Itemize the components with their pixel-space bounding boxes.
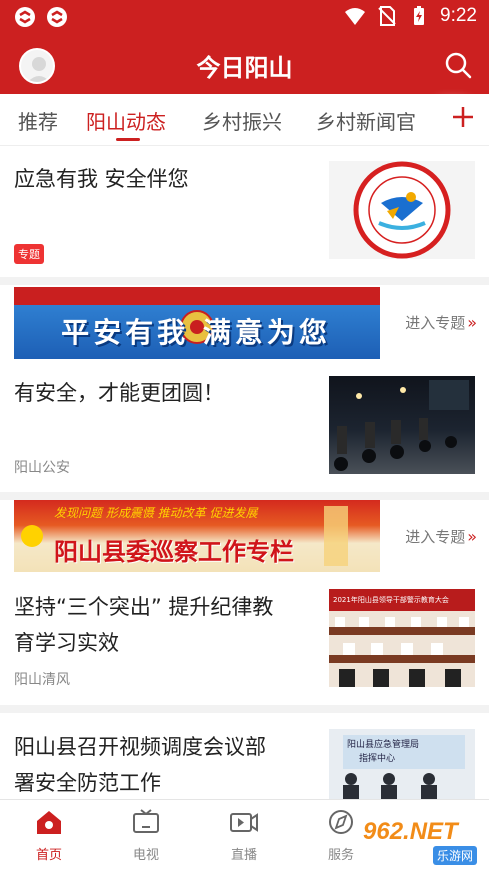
section-divider <box>0 492 489 500</box>
status-bar: 9:22 <box>0 0 489 36</box>
meeting-room-photo <box>329 617 475 687</box>
watermark-sub: 乐游网 <box>432 846 477 865</box>
nav-live[interactable]: 直播 <box>209 808 279 863</box>
article-title-line-1: 坚持“三个突出” 提升纪律教 <box>14 595 274 619</box>
article-title-line-2: 育学习实效 <box>14 631 119 655</box>
app-header: 今日阳山 <box>0 36 489 94</box>
banner-slogan: 发现问题 形成震慑 推动改革 促进发展 <box>54 506 258 520</box>
site-watermark: 962.NET 乐游网 <box>363 818 483 865</box>
channel-tabs: 推荐 阳山动态 乡村振兴 乡村新闻官 <box>0 94 489 146</box>
watermark-brand: 962.NET <box>363 818 458 845</box>
nav-label: 首页 <box>35 848 62 863</box>
section-divider <box>0 705 489 713</box>
enter-topic-label: 进入专题 <box>405 314 466 332</box>
section-divider <box>0 277 489 285</box>
tab-rural-revitalization[interactable]: 乡村振兴 <box>202 106 282 135</box>
banner-text: 阳山县委巡察工作专栏 <box>54 538 294 566</box>
tab-recommend[interactable]: 推荐 <box>18 106 58 135</box>
tv-icon <box>133 809 159 833</box>
tab-rural-news-officer[interactable]: 乡村新闻官 <box>316 106 416 135</box>
article-thumbnail <box>329 376 475 474</box>
enter-topic-label: 进入专题 <box>405 528 466 546</box>
article-thumbnail: 2021年阳山县领导干部警示教育大会 <box>329 589 475 687</box>
enter-topic-link[interactable]: 进入专题» <box>405 526 477 547</box>
wifi-icon <box>345 8 366 25</box>
enter-topic-link[interactable]: 进入专题» <box>405 312 477 333</box>
banner-text: 平安有我 满意为您 <box>61 316 331 349</box>
app-notification-icon <box>47 7 67 27</box>
topic-banner-inspection[interactable]: 发现问题 形成震慑 推动改革 促进发展 阳山县委巡察工作专栏 <box>14 500 380 572</box>
search-icon[interactable] <box>443 50 473 80</box>
sign-text-1: 阳山县应急管理局 <box>347 740 420 750</box>
app-title: 今日阳山 <box>196 54 293 82</box>
battery-icon <box>414 6 425 25</box>
plus-icon <box>453 107 473 127</box>
article-title: 有安全，才能更团圆！ <box>14 381 224 405</box>
clock: 9:22 <box>440 5 477 26</box>
article-source: 阳山清风 <box>14 672 70 688</box>
emergency-management-logo <box>353 161 451 259</box>
article-title: 应急有我 安全伴您 <box>14 167 189 191</box>
people-photo <box>343 773 437 799</box>
compass-icon <box>329 810 353 834</box>
no-sim-icon <box>378 6 396 26</box>
double-chevron-icon: » <box>467 313 477 332</box>
article-title-line-1: 阳山县召开视频调度会议部 <box>14 735 266 759</box>
double-chevron-icon: » <box>467 527 477 546</box>
nav-label: 电视 <box>132 848 159 863</box>
article-title-line-2: 署安全防范工作 <box>14 771 161 795</box>
add-channel-button[interactable] <box>449 102 477 132</box>
meeting-caption: 2021年阳山县领导干部警示教育大会 <box>333 596 449 604</box>
article-source: 阳山公安 <box>14 460 70 476</box>
nav-label: 直播 <box>230 848 257 863</box>
live-icon <box>230 813 258 832</box>
nav-tv[interactable]: 电视 <box>111 808 181 863</box>
tab-yangshan-news[interactable]: 阳山动态 <box>86 106 166 135</box>
sign-text-2: 指挥中心 <box>359 754 396 764</box>
app-notification-icon <box>15 7 35 27</box>
emergency-logo-thumbnail <box>329 161 475 259</box>
nav-home[interactable]: 首页 <box>14 808 84 863</box>
night-street-photo <box>334 380 469 471</box>
article-thumbnail: 阳山县应急管理局 指挥中心 <box>329 729 475 799</box>
home-icon <box>37 811 61 834</box>
topic-badge: 专题 <box>14 244 44 264</box>
active-tab-indicator <box>116 138 140 141</box>
topic-banner-safety[interactable]: 平安有我 满意为您 <box>14 287 380 359</box>
